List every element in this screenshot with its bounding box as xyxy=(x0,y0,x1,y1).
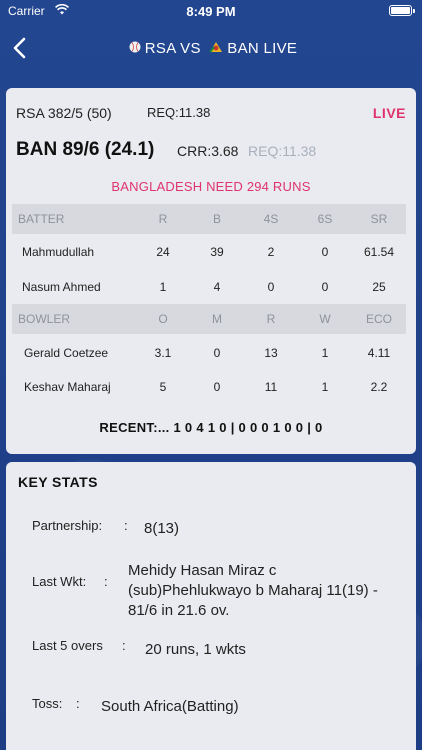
header-fours: 4S xyxy=(263,212,279,226)
recent-balls: RECENT:... 1 0 4 1 0 | 0 0 0 1 0 0 | 0 xyxy=(99,420,323,435)
header-runs: R xyxy=(158,212,168,226)
batting-header-row: BATTER R B 4S 6S SR xyxy=(12,204,406,234)
status-bar: Carrier 8:49 PM xyxy=(0,0,422,22)
table-row: Keshav Maharaj 5 0 11 1 2.2 xyxy=(12,371,406,403)
ban-required-rate: REQ:11.38 xyxy=(248,143,317,159)
bowler-economy: 2.2 xyxy=(370,380,388,394)
bowler-name: Gerald Coetzee xyxy=(24,346,109,360)
runs-needed-text: BANGLADESH NEED 294 RUNS xyxy=(111,179,311,194)
bowler-overs: 3.1 xyxy=(154,346,172,360)
bowler-economy: 4.11 xyxy=(367,346,391,360)
last-5-overs-value: 20 runs, 1 wkts xyxy=(145,641,246,658)
rsa-score: RSA 382/5 (50) xyxy=(16,105,112,121)
batter-fours: 2 xyxy=(267,245,275,259)
bowler-wickets: 1 xyxy=(321,346,329,360)
batter-strike-rate: 61.54 xyxy=(363,245,395,259)
bangladesh-flag-icon xyxy=(209,41,223,56)
toss-value: South Africa(Batting) xyxy=(101,698,239,715)
battery-icon xyxy=(389,5,415,16)
key-stats-title: KEY STATS xyxy=(18,474,98,490)
header-overs: O xyxy=(158,312,168,326)
vs-label: VS xyxy=(180,40,201,57)
bowler-runs: 11 xyxy=(264,380,278,394)
batter-sixes: 0 xyxy=(321,245,329,259)
header-sixes: 6S xyxy=(317,212,333,226)
batter-name: Mahmudullah xyxy=(22,245,95,259)
header-balls: B xyxy=(212,212,221,226)
bowling-header-row: BOWLER O M R W ECO xyxy=(12,304,406,334)
table-row: Gerald Coetzee 3.1 0 13 1 4.11 xyxy=(12,337,406,369)
partnership-colon: : xyxy=(124,518,128,533)
header-wickets: W xyxy=(319,312,331,326)
current-run-rate: CRR:3.68 xyxy=(177,143,239,159)
page-title: RSA VS BAN LIVE xyxy=(0,40,422,57)
last-wicket-value: Mehidy Hasan Miraz c (sub)Phehlukwayo b … xyxy=(128,562,378,619)
last-5-overs-colon: : xyxy=(122,638,126,653)
toss-label: Toss: xyxy=(32,696,63,711)
status-time: 8:49 PM xyxy=(186,4,236,19)
last-wicket-label: Last Wkt: xyxy=(32,574,87,589)
table-row: Mahmudullah 24 39 2 0 61.54 xyxy=(12,236,406,268)
batter-name: Nasum Ahmed xyxy=(22,280,101,294)
batter-balls: 4 xyxy=(213,280,221,294)
nav-bar: RSA VS BAN LIVE xyxy=(0,22,422,78)
live-title-label: LIVE xyxy=(263,40,298,57)
batter-fours: 0 xyxy=(267,280,275,294)
header-maidens: M xyxy=(212,312,222,326)
bowler-runs: 13 xyxy=(264,346,278,360)
batter-strike-rate: 25 xyxy=(372,280,386,294)
cricket-ball-icon xyxy=(129,41,141,56)
team1-code: RSA xyxy=(144,40,176,57)
batter-sixes: 0 xyxy=(321,280,329,294)
ban-score: BAN 89/6 (24.1) xyxy=(16,139,155,160)
batter-balls: 39 xyxy=(210,245,224,259)
bowler-name: Keshav Maharaj xyxy=(24,380,111,394)
partnership-label: Partnership: xyxy=(32,518,103,533)
header-economy: ECO xyxy=(365,312,392,326)
bowler-maidens: 0 xyxy=(213,380,221,394)
table-row: Nasum Ahmed 1 4 0 0 25 xyxy=(12,271,406,303)
last-5-overs-label: Last 5 overs xyxy=(32,638,103,653)
header-bowler: BOWLER xyxy=(18,312,71,326)
batter-runs: 24 xyxy=(156,245,170,259)
header-batter: BATTER xyxy=(18,212,65,226)
team2-code: BAN xyxy=(227,40,260,57)
score-card: RSA 382/5 (50) REQ:11.38 LIVE BAN 89/6 (… xyxy=(6,88,416,454)
key-stats-card: KEY STATS Partnership: : 8(13) Last Wkt:… xyxy=(6,462,416,750)
partnership-value: 8(13) xyxy=(144,520,180,537)
bowler-overs: 5 xyxy=(159,380,167,394)
bowler-maidens: 0 xyxy=(213,346,221,360)
live-badge: LIVE xyxy=(372,105,406,121)
bowler-wickets: 1 xyxy=(321,380,329,394)
toss-colon: : xyxy=(76,696,80,711)
header-strike-rate: SR xyxy=(370,212,388,226)
header-runs-conceded: R xyxy=(266,312,276,326)
last-wicket-colon: : xyxy=(104,574,108,589)
batter-runs: 1 xyxy=(159,280,167,294)
rsa-required-rate: REQ:11.38 xyxy=(147,105,211,120)
